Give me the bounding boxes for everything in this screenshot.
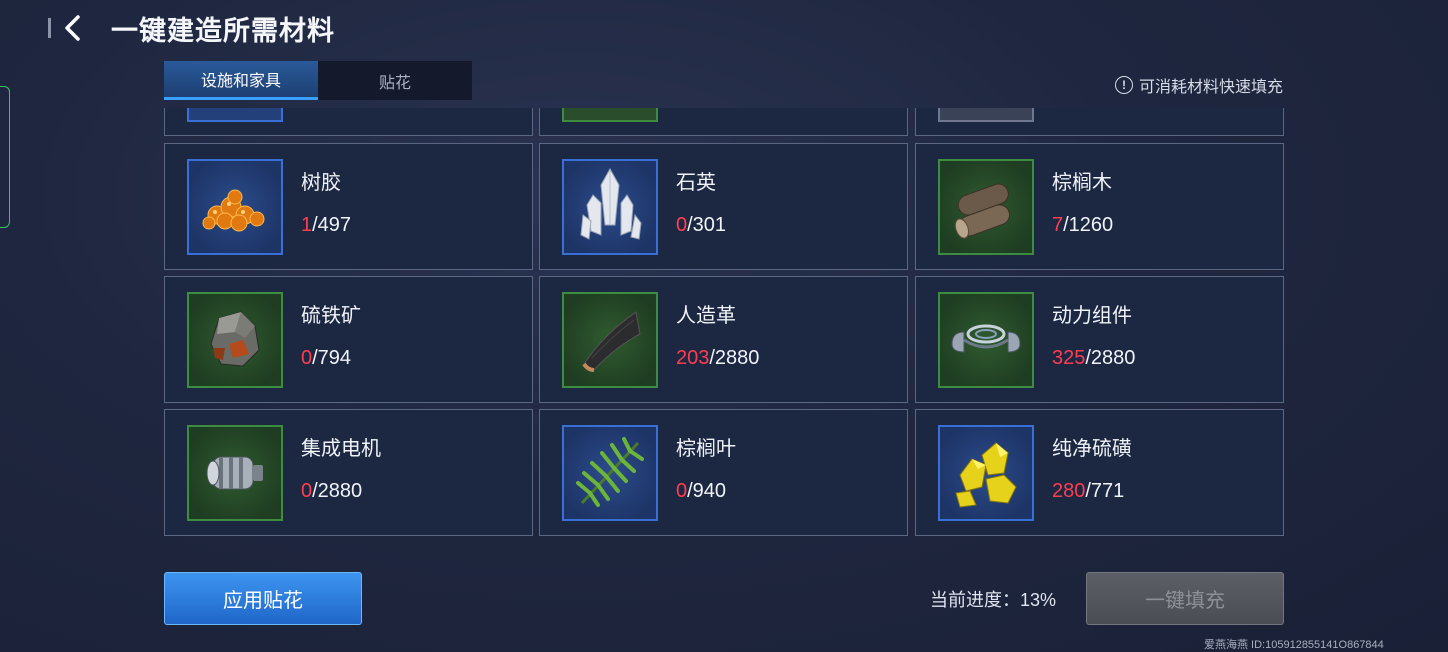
side-panel-tab[interactable]	[0, 86, 10, 228]
material-count: 325/2880	[1052, 347, 1136, 369]
leather-icon	[562, 292, 658, 388]
apply-decal-button[interactable]: 应用贴花	[164, 572, 362, 625]
material-name: 硫铁矿	[301, 305, 361, 327]
material-name: 纯净硫磺	[1052, 438, 1132, 460]
tab-decals[interactable]: 贴花	[318, 61, 472, 100]
material-count: 0/940	[676, 480, 727, 502]
material-name: 集成电机	[301, 438, 381, 460]
material-card[interactable]: 棕榈木 7/1260	[915, 143, 1284, 270]
quick-fill-hint[interactable]: ! 可消耗材料快速填充	[1114, 73, 1283, 97]
power-component-icon	[938, 292, 1034, 388]
material-card[interactable]: 人造革 203/2880	[539, 276, 908, 403]
material-card[interactable]: 纯净硫磺 280/771	[915, 409, 1284, 536]
material-card[interactable]: 石英 0/301	[539, 143, 908, 270]
material-card-partial[interactable]	[164, 108, 533, 136]
palm-leaf-icon	[562, 425, 658, 521]
material-card[interactable]: 集成电机 0/2880	[164, 409, 533, 536]
quartz-icon	[562, 159, 658, 255]
material-name: 棕榈叶	[676, 438, 736, 460]
one-click-fill-button[interactable]: 一键填充	[1086, 572, 1284, 625]
progress-text: 当前进度：13%	[930, 590, 1057, 610]
material-name: 人造革	[676, 305, 736, 327]
info-icon: !	[1114, 76, 1133, 94]
material-name: 动力组件	[1052, 305, 1132, 327]
material-card[interactable]: 棕榈叶 0/940	[539, 409, 908, 536]
palm-wood-icon	[938, 159, 1034, 255]
category-tabs: 设施和家具 贴花	[164, 61, 472, 100]
materials-grid[interactable]: 树胶 1/497 石英 0/301 棕榈木 7/1260 硫铁矿 0/794 人…	[164, 108, 1284, 536]
material-count: 280/771	[1052, 480, 1125, 502]
status-indicator-bar	[48, 18, 51, 38]
quick-fill-hint-label: 可消耗材料快速填充	[1138, 79, 1283, 96]
material-card-partial[interactable]	[539, 108, 908, 136]
material-count: 1/497	[301, 214, 352, 236]
material-name: 树胶	[301, 172, 341, 194]
material-card-partial[interactable]	[915, 108, 1284, 136]
material-count: 0/794	[301, 347, 352, 369]
material-name: 石英	[676, 172, 716, 194]
partial-row	[164, 108, 1284, 136]
material-card[interactable]: 树胶 1/497	[164, 143, 533, 270]
chevron-left-icon[interactable]	[59, 14, 87, 42]
header: 一键建造所需材料	[48, 8, 335, 48]
tab-facilities-furniture[interactable]: 设施和家具	[164, 61, 318, 100]
sulfur-icon	[938, 425, 1034, 521]
material-count: 0/2880	[301, 480, 363, 502]
material-count: 203/2880	[676, 347, 760, 369]
page-title: 一键建造所需材料	[111, 15, 335, 46]
motor-icon	[187, 425, 283, 521]
pyrite-icon	[187, 292, 283, 388]
material-name: 棕榈木	[1052, 172, 1112, 194]
material-card[interactable]: 硫铁矿 0/794	[164, 276, 533, 403]
material-card[interactable]: 动力组件 325/2880	[915, 276, 1284, 403]
material-count: 0/301	[676, 214, 727, 236]
resin-icon	[187, 159, 283, 255]
watermark: 爱燕海燕 ID:105912855141O867844	[1204, 639, 1384, 651]
material-count: 7/1260	[1052, 214, 1114, 236]
